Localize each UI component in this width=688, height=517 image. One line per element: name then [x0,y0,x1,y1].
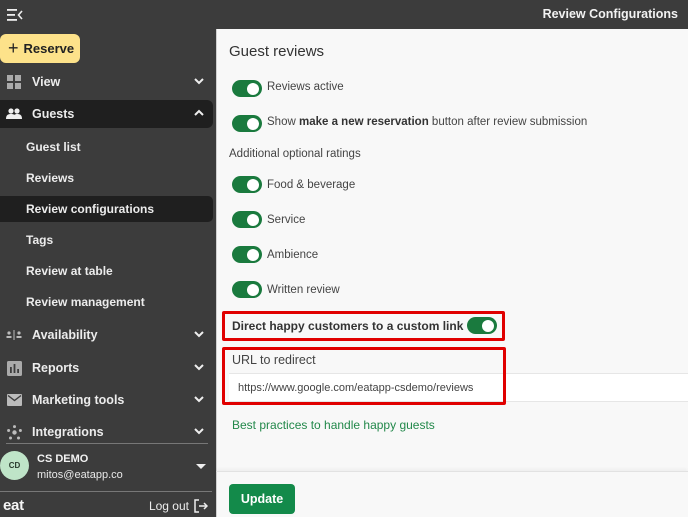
logout-label: Log out [148,499,189,513]
label-text: button after review submission [428,116,588,128]
service-label: Service [267,214,306,226]
sidebar: + Reserve View Guests Guest list Reviews… [0,0,216,517]
sidebar-subitem-label: Review configurations [26,202,155,216]
sidebar-subitem-label: Review at table [26,264,113,278]
plus-icon: + [8,37,19,58]
chevron-down-icon [194,364,204,371]
sidebar-divider [0,491,212,492]
ambience-toggle[interactable] [232,246,262,263]
user-name: CS DEMO [37,453,89,465]
chevron-up-icon [194,109,204,116]
ambience-label: Ambience [267,249,319,261]
written-review-label: Written review [267,284,340,296]
people-icon [6,106,22,122]
chevron-down-icon [194,428,204,435]
sidebar-item-reports[interactable]: Reports [0,354,213,382]
mail-icon [6,392,22,408]
sidebar-item-label: Availability [32,328,98,342]
service-toggle[interactable] [232,211,262,228]
sidebar-divider [6,443,208,444]
chevron-down-icon [194,78,204,85]
menu-collapse-icon[interactable] [7,8,23,22]
integrations-icon [6,424,22,440]
food-beverage-toggle[interactable] [232,176,262,193]
top-bar: Review Configurations [216,0,688,29]
sidebar-subitem-review-configurations[interactable]: Review configurations [0,196,213,222]
additional-ratings-heading: Additional optional ratings [229,148,361,160]
sidebar-subitem-reviews[interactable]: Reviews [0,165,213,191]
sidebar-item-label: Guests [32,107,75,121]
footer-bar: Update [216,471,688,517]
reviews-active-label: Reviews active [267,81,344,93]
availability-icon [6,327,22,343]
main-content: Guest reviews Reviews active Show make a… [216,29,688,471]
section-title: Guest reviews [229,43,325,60]
reserve-button[interactable]: + Reserve [0,34,80,63]
sidebar-subitem-label: Guest list [26,140,81,154]
sidebar-item-label: Integrations [32,425,104,439]
reserve-label: Reserve [23,41,75,56]
bar-chart-icon [6,360,22,376]
eat-logo: eat [3,497,24,514]
reviews-active-toggle[interactable] [232,80,262,97]
avatar: CD [0,451,29,480]
food-beverage-label: Food & beverage [267,179,356,191]
sidebar-item-availability[interactable]: Availability [0,321,213,349]
logout-button[interactable]: Log out [149,499,208,513]
page-title: Review Configurations [542,7,678,21]
sidebar-subitem-tags[interactable]: Tags [0,227,213,253]
logout-icon [194,499,208,513]
sidebar-subitem-guest-list[interactable]: Guest list [0,134,213,160]
sidebar-item-label: Marketing tools [32,393,125,407]
grid-icon [6,74,22,90]
show-reservation-button-label: Show make a new reservation button after… [267,116,587,128]
caret-down-icon [196,464,206,469]
highlight-box [222,347,506,405]
label-bold-text: make a new reservation [298,116,429,128]
update-button[interactable]: Update [229,484,295,514]
label-text: Show [267,116,299,128]
sidebar-subitem-label: Tags [26,233,54,247]
direct-happy-customers-label: Direct happy customers to a custom link [232,319,464,333]
sidebar-item-label: Reports [32,361,80,375]
show-reservation-button-toggle[interactable] [232,115,262,132]
sidebar-subitem-review-management[interactable]: Review management [0,289,213,315]
sidebar-item-view[interactable]: View [0,68,213,96]
sidebar-item-marketing-tools[interactable]: Marketing tools [0,386,213,414]
written-review-toggle[interactable] [232,281,262,298]
user-email: mitos@eatapp.co [37,469,123,481]
sidebar-subitem-review-at-table[interactable]: Review at table [0,258,213,284]
best-practices-link[interactable]: Best practices to handle happy guests [232,418,435,432]
user-menu[interactable]: CD CS DEMO mitos@eatapp.co [0,448,216,488]
sidebar-item-label: View [32,75,61,89]
sidebar-item-guests[interactable]: Guests [0,100,213,128]
sidebar-item-integrations[interactable]: Integrations [0,418,213,446]
chevron-down-icon [194,396,204,403]
direct-happy-customers-toggle[interactable] [467,317,497,334]
chevron-down-icon [194,331,204,338]
sidebar-subitem-label: Reviews [26,171,75,185]
sidebar-subitem-label: Review management [26,295,145,309]
